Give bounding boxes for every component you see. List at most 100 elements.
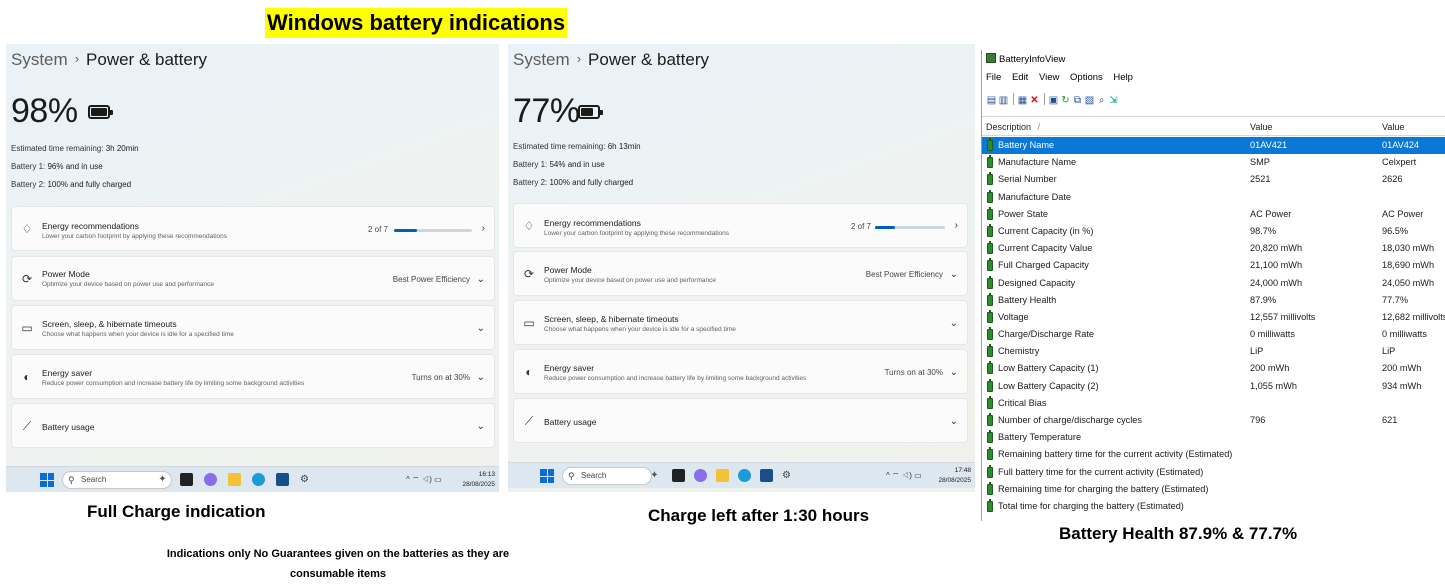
table-row[interactable]: Manufacture Name SMP Celxpert xyxy=(982,154,1445,171)
table-row[interactable]: Remaining battery time for the current a… xyxy=(982,446,1445,463)
table-row[interactable]: Current Capacity (in %) 98.7% 96.5% xyxy=(982,223,1445,240)
properties-icon[interactable]: ▦ xyxy=(1017,95,1028,107)
battery-green-icon xyxy=(987,206,993,220)
column-value-1[interactable]: Value xyxy=(1250,122,1272,132)
taskbar-clock[interactable]: 17:48 28/08/2025 xyxy=(938,466,971,486)
copilot-icon[interactable]: ✦ xyxy=(648,469,661,482)
row-description: Critical Bias xyxy=(998,397,1047,408)
column-description[interactable]: Description / xyxy=(986,122,1040,132)
breadcrumb-system[interactable]: System xyxy=(513,50,570,69)
store-icon[interactable] xyxy=(760,469,773,482)
row-description: Low Battery Capacity (1) xyxy=(998,363,1099,374)
table-row[interactable]: Low Battery Capacity (2) 1,055 mWh 934 mWh xyxy=(982,378,1445,395)
row-value-1: 200 mWh xyxy=(1250,363,1290,374)
card-screen-sleep[interactable]: ▭ Screen, sleep, & hibernate timeouts Ch… xyxy=(11,305,495,350)
table-row[interactable]: Chemistry LiP LiP xyxy=(982,343,1445,360)
card-power-mode[interactable]: ⟳ Power Mode Optimize your device based … xyxy=(513,251,968,296)
task-view-icon[interactable] xyxy=(180,473,193,486)
exit-icon[interactable]: ⇲ xyxy=(1108,95,1119,107)
breadcrumb: System › Power & battery xyxy=(11,50,207,70)
row-value-2: 18,030 mWh xyxy=(1382,243,1435,254)
menu-help[interactable]: Help xyxy=(1113,72,1133,83)
chevron-down-icon: ⌄ xyxy=(949,416,958,427)
menu-view[interactable]: View xyxy=(1039,72,1059,83)
store-icon[interactable] xyxy=(276,473,289,486)
system-tray-icons[interactable]: ^ ⌔ ◁) ▭ xyxy=(886,471,922,481)
power-mode-value[interactable]: Best Power Efficiency xyxy=(866,270,943,279)
settings-gear-icon[interactable]: ⚙ xyxy=(780,469,793,482)
card-energy-recommendations[interactable]: ♢ Energy recommendations Lower your carb… xyxy=(11,206,495,251)
save-icon[interactable]: ▣ xyxy=(1048,95,1059,107)
edge-icon[interactable] xyxy=(738,469,751,482)
table-row[interactable]: Manufacture Date xyxy=(982,189,1445,206)
settings-gear-icon[interactable]: ⚙ xyxy=(298,473,311,486)
refresh-icon[interactable]: ↻ xyxy=(1060,95,1071,107)
battery-green-icon xyxy=(987,172,993,186)
row-value-2: 621 xyxy=(1382,415,1398,425)
chart-icon: ⟋ xyxy=(22,419,32,433)
table-row[interactable]: Number of charge/discharge cycles 796 621 xyxy=(982,412,1445,429)
table-row[interactable]: Battery Health 87.9% 77.7% xyxy=(982,292,1445,309)
menu-file[interactable]: File xyxy=(986,72,1001,83)
chevron-down-icon: ⌄ xyxy=(949,269,958,280)
card-battery-usage[interactable]: ⟋ Battery usage ⌄ xyxy=(11,403,495,448)
row-value-2: 18,690 mWh xyxy=(1382,260,1435,271)
screen-icon: ▭ xyxy=(523,316,535,330)
battery-green-icon xyxy=(987,241,993,255)
battery-green-icon xyxy=(987,327,993,341)
copilot-icon[interactable]: ✦ xyxy=(156,473,169,486)
card-energy-recommendations[interactable]: ♢ Energy recommendations Lower your carb… xyxy=(513,203,968,248)
battery-green-icon xyxy=(987,138,993,151)
table-row[interactable]: Low Battery Capacity (1) 200 mWh 200 mWh xyxy=(982,360,1445,377)
find-icon[interactable]: ⌕ xyxy=(1096,95,1107,107)
taskbar-search[interactable]: ⚲ Search xyxy=(562,467,652,485)
edge-icon[interactable] xyxy=(252,473,265,486)
row-description: Full battery time for the current activi… xyxy=(998,466,1204,477)
table-row[interactable]: Critical Bias xyxy=(982,395,1445,412)
widgets-icon[interactable] xyxy=(694,469,707,482)
menu-bar: File Edit View Options Help xyxy=(986,72,1141,83)
table-row[interactable]: Full battery time for the current activi… xyxy=(982,464,1445,481)
battery-green-icon xyxy=(987,498,993,512)
card-energy-saver[interactable]: ◐ Energy saver Reduce power consumption … xyxy=(513,349,968,394)
table-row[interactable]: Power State AC Power AC Power xyxy=(982,206,1445,223)
file-explorer-icon[interactable] xyxy=(228,473,241,486)
table-row[interactable]: Battery Name 01AV421 01AV424 xyxy=(982,137,1445,155)
battery-green-icon xyxy=(987,275,993,289)
card-battery-usage[interactable]: ⟋ Battery usage ⌄ xyxy=(513,398,968,443)
energy-saver-icon: ◐ xyxy=(23,370,31,384)
table-row[interactable]: Designed Capacity 24,000 mWh 24,050 mWh xyxy=(982,275,1445,292)
card-screen-sleep[interactable]: ▭ Screen, sleep, & hibernate timeouts Ch… xyxy=(513,300,968,345)
table-row[interactable]: Remaining time for charging the battery … xyxy=(982,481,1445,498)
card-energy-saver[interactable]: ◐ Energy saver Reduce power consumption … xyxy=(11,354,495,399)
menu-options[interactable]: Options xyxy=(1070,72,1103,83)
table-row[interactable]: Battery Temperature xyxy=(982,429,1445,446)
menu-edit[interactable]: Edit xyxy=(1012,72,1028,83)
column-value-2[interactable]: Value xyxy=(1382,122,1404,132)
row-value-1: 21,100 mWh xyxy=(1250,260,1303,271)
power-mode-value[interactable]: Best Power Efficiency xyxy=(393,275,470,284)
battery-log-mode-icon[interactable]: ▥ xyxy=(998,95,1009,107)
task-view-icon[interactable] xyxy=(672,469,685,482)
delete-icon[interactable]: ✕ xyxy=(1029,95,1040,107)
row-description: Power State xyxy=(998,208,1049,219)
table-row[interactable]: Charge/Discharge Rate 0 milliwatts 0 milli… xyxy=(982,326,1445,343)
system-tray-icons[interactable]: ^ ⌔ ◁) ▭ xyxy=(406,475,442,485)
widgets-icon[interactable] xyxy=(204,473,217,486)
table-row[interactable]: Full Charged Capacity 21,100 mWh 18,690 mW… xyxy=(982,257,1445,274)
battery1-status: Battery 1: 54% and in use xyxy=(513,160,605,169)
card-power-mode[interactable]: ⟳ Power Mode Optimize your device based … xyxy=(11,256,495,301)
table-row[interactable]: Voltage 12,557 millivolts 12,682 millivolt… xyxy=(982,309,1445,326)
windows-start-icon[interactable] xyxy=(40,473,54,487)
options-icon[interactable]: ▧ xyxy=(1084,95,1095,107)
file-explorer-icon[interactable] xyxy=(716,469,729,482)
breadcrumb-system[interactable]: System xyxy=(11,50,68,69)
table-row[interactable]: Current Capacity Value 20,820 mWh 18,030 m… xyxy=(982,240,1445,257)
windows-start-icon[interactable] xyxy=(540,469,554,483)
table-row[interactable]: Total time for charging the battery (Est… xyxy=(982,498,1445,515)
battery-info-mode-icon[interactable]: ▤ xyxy=(986,95,997,107)
copy-icon[interactable]: ⧉ xyxy=(1072,95,1083,107)
table-row[interactable]: Serial Number 2521 2626 xyxy=(982,171,1445,188)
taskbar-clock[interactable]: 16:13 28/08/2025 xyxy=(462,470,495,490)
row-value-1: 24,000 mWh xyxy=(1250,277,1303,288)
